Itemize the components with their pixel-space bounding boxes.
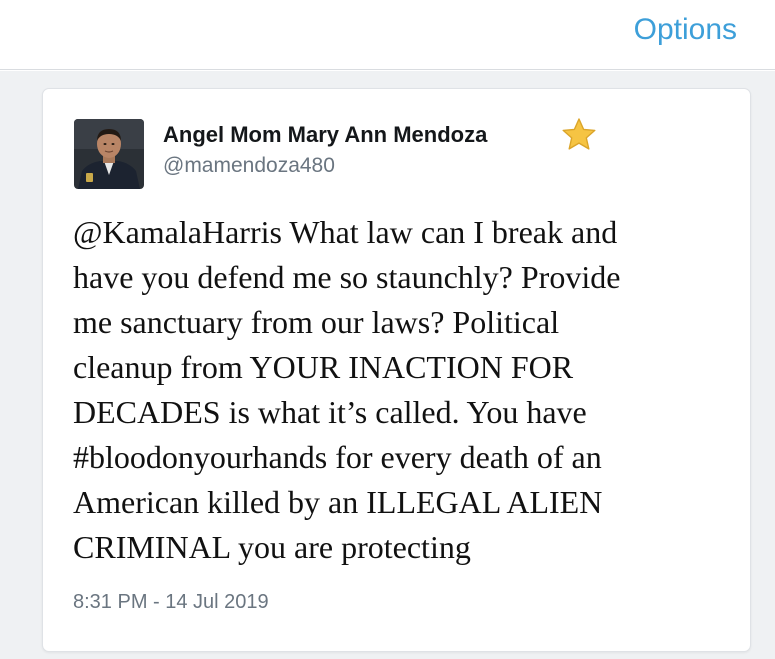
tweet-text-line: #bloodonyourhands for every death of an <box>73 439 602 475</box>
options-button[interactable]: Options <box>634 11 737 49</box>
tweet-text-line: CRIMINAL you are protecting <box>73 529 471 565</box>
content-area: Angel Mom Mary Ann Mendoza @mamendoza480… <box>0 71 775 659</box>
tweet-text-line: @KamalaHarris What law can I break and <box>73 214 618 250</box>
tweet-text-line: American killed by an ILLEGAL ALIEN <box>73 484 603 520</box>
author-name[interactable]: Angel Mom Mary Ann Mendoza <box>163 121 487 149</box>
avatar[interactable] <box>74 119 144 189</box>
tweet-text-line: DECADES is what it’s called. You have <box>73 394 587 430</box>
tweet-text-line: have you defend me so staunchly? Provide <box>73 259 621 295</box>
tweet-card[interactable]: Angel Mom Mary Ann Mendoza @mamendoza480… <box>42 88 751 652</box>
author-handle[interactable]: @mamendoza480 <box>163 153 335 179</box>
tweet-text: @KamalaHarris What law can I break and h… <box>73 210 733 570</box>
tweet-timestamp[interactable]: 8:31 PM - 14 Jul 2019 <box>73 589 269 615</box>
tweet-text-line: cleanup from YOUR INACTION FOR <box>73 349 574 385</box>
tweet-text-line: me sanctuary from our laws? Political <box>73 304 560 340</box>
star-emoji-icon <box>561 117 597 151</box>
avatar-photo <box>74 119 144 189</box>
top-bar: Options <box>0 0 775 70</box>
